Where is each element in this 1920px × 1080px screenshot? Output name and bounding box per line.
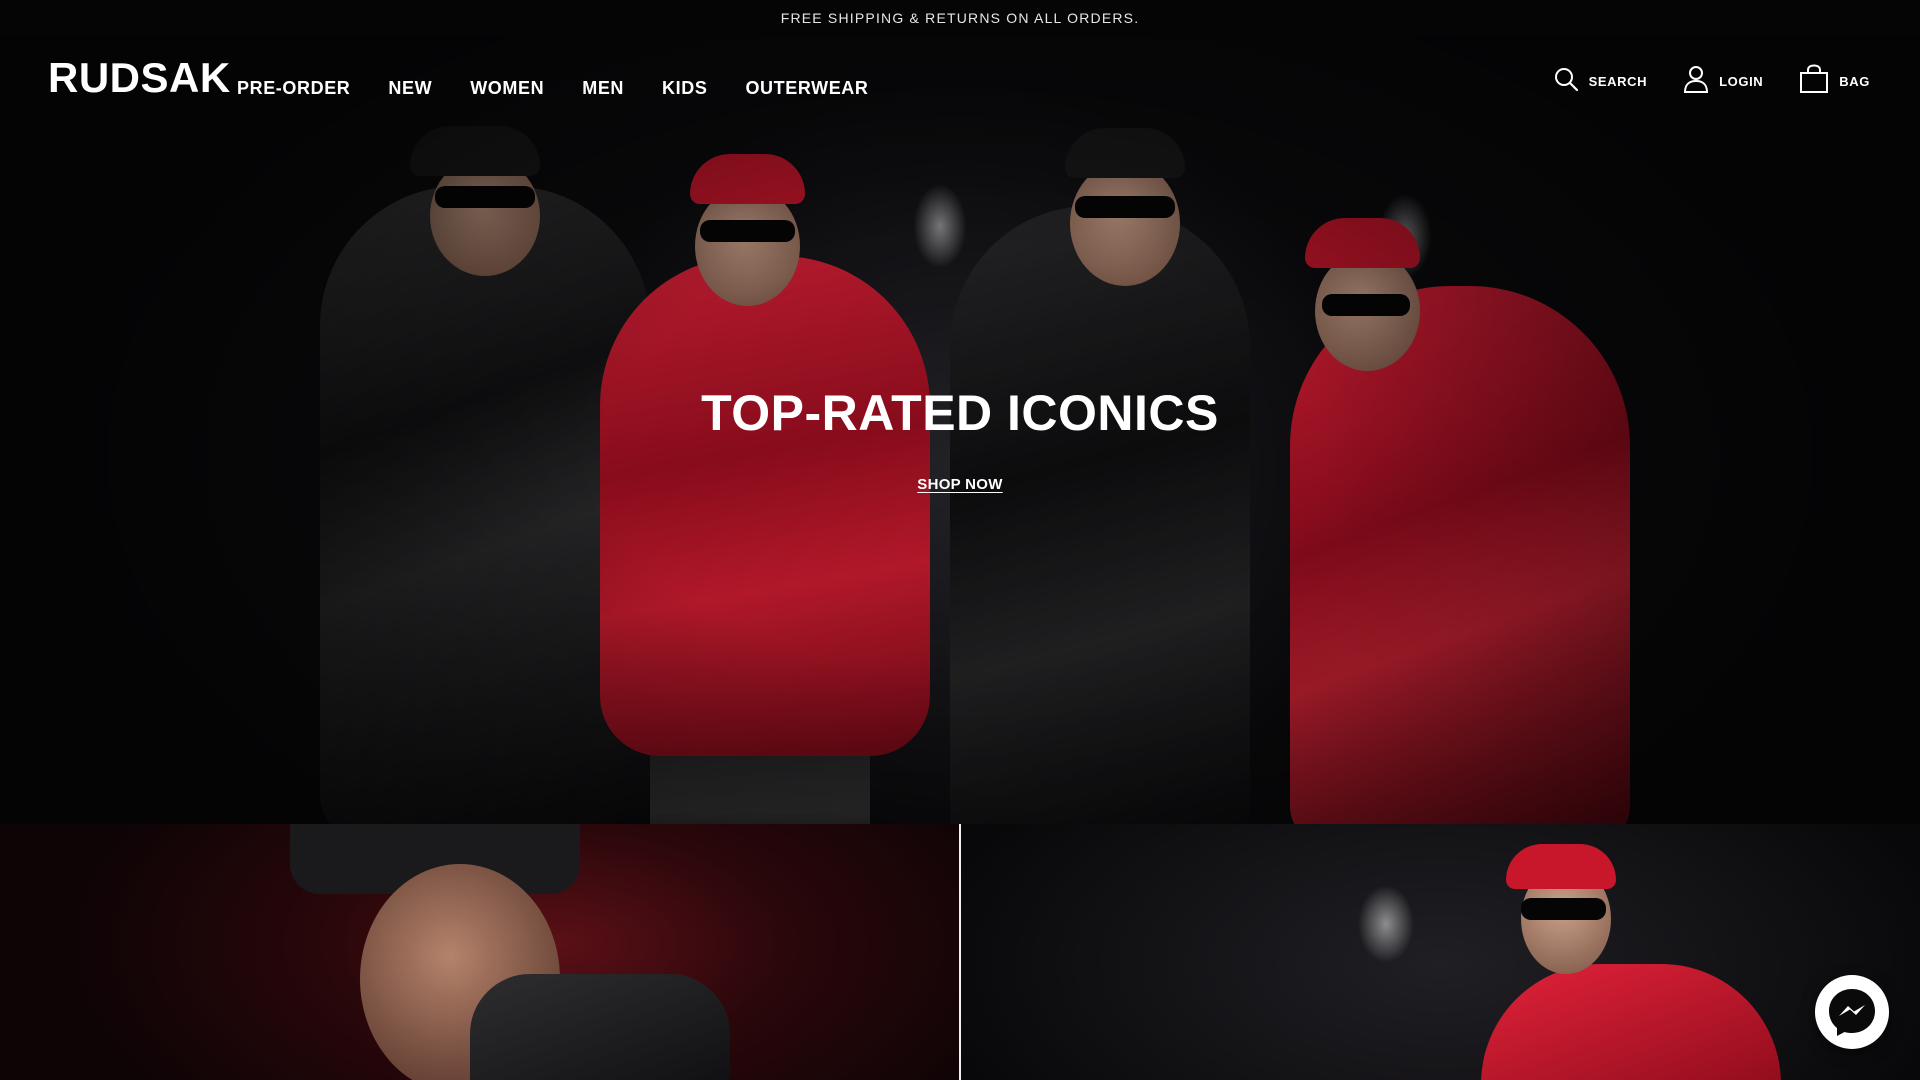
model-cap (1506, 844, 1616, 889)
main-nav: PRE-ORDER NEW WOMEN MEN KIDS OUTERWEAR (237, 78, 907, 99)
brand-logo[interactable]: RUDSAK (48, 54, 231, 102)
promo-tile-right[interactable] (961, 824, 1920, 1080)
search-button[interactable]: SEARCH (1553, 66, 1648, 92)
announcement-bar: FREE SHIPPING & RETURNS ON ALL ORDERS. (0, 0, 1920, 36)
announcement-text: FREE SHIPPING & RETURNS ON ALL ORDERS. (780, 10, 1140, 26)
messenger-chat-button[interactable] (1815, 975, 1889, 1049)
nav-item-women[interactable]: WOMEN (470, 78, 544, 99)
bag-button[interactable]: BAG (1799, 64, 1870, 94)
search-icon (1554, 68, 1578, 92)
model-sunglasses (1521, 898, 1606, 920)
page: FREE SHIPPING & RETURNS ON ALL ORDERS. R… (0, 0, 1920, 1080)
nav-item-pre-order[interactable]: PRE-ORDER (237, 78, 350, 99)
nav-item-men[interactable]: MEN (582, 78, 624, 99)
header-utilities: SEARCH LOGIN BAG (1517, 64, 1870, 94)
nav-item-kids[interactable]: KIDS (662, 78, 707, 99)
site-header: RUDSAK PRE-ORDER NEW WOMEN MEN KIDS OUTE… (0, 36, 1920, 120)
model-jacket (470, 974, 730, 1080)
shopping-bag-icon (1800, 64, 1829, 93)
model-jacket (1481, 964, 1781, 1080)
login-button[interactable]: LOGIN (1683, 65, 1763, 93)
messenger-icon (1829, 989, 1875, 1036)
search-label: SEARCH (1588, 73, 1648, 89)
bag-label: BAG (1839, 73, 1870, 89)
shop-now-link[interactable]: SHOP NOW (917, 476, 1002, 493)
hero-title: TOP-RATED ICONICS (701, 385, 1219, 441)
promo-tile-left[interactable] (0, 824, 959, 1080)
user-icon (1684, 66, 1709, 93)
hero-cta-wrap: SHOP NOW (0, 476, 1920, 494)
nav-item-new[interactable]: NEW (388, 78, 432, 99)
nav-item-outerwear[interactable]: OUTERWEAR (745, 78, 868, 99)
login-label: LOGIN (1719, 73, 1764, 89)
